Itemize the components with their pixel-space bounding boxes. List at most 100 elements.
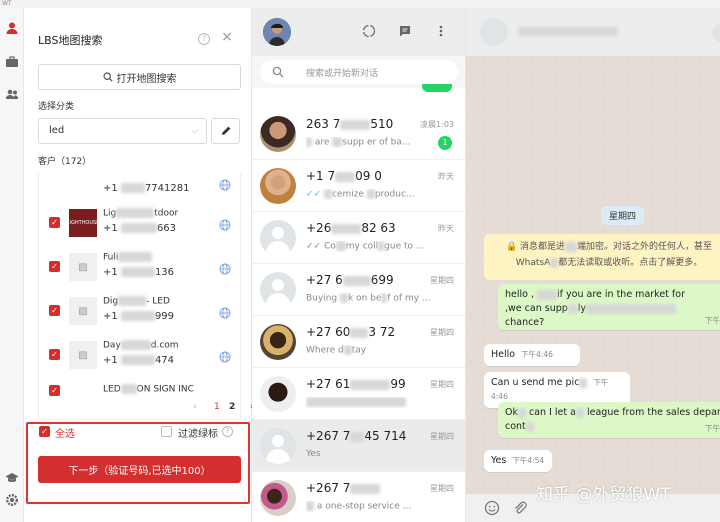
- new-chat-icon[interactable]: [398, 24, 412, 38]
- select-all-label[interactable]: 全选: [55, 425, 75, 440]
- message-outgoing: hello , if you are in the market for ,we…: [498, 284, 720, 330]
- globe-icon[interactable]: [219, 351, 231, 363]
- contact-name: +27 61 99: [306, 377, 406, 391]
- customer-name: Lig tdoor: [103, 208, 179, 219]
- globe-icon[interactable]: [219, 263, 231, 275]
- filter-green-checkbox[interactable]: [161, 426, 172, 437]
- checkbox-checked[interactable]: ✓: [49, 217, 60, 228]
- contact-avatar-secondary[interactable]: [712, 24, 720, 42]
- customer-row[interactable]: ✓ LIGHTHOUSE Lig tdoor +1 663: [39, 203, 240, 247]
- lock-icon: 🔒: [505, 242, 518, 252]
- help-icon[interactable]: ?: [198, 33, 210, 45]
- category-label: 选择分类: [38, 102, 75, 112]
- chat-search-input[interactable]: 搜索或开始新对话: [260, 60, 458, 84]
- chat-item[interactable]: +26 82 63 ✓✓ Co my coll gue to ... 昨天: [252, 212, 465, 264]
- contact-name: +27 60 3 72: [306, 325, 396, 339]
- message-incoming: Yes 下午4:54: [484, 450, 552, 472]
- customer-phone: +1 474: [103, 355, 175, 366]
- checkbox-checked[interactable]: ✓: [49, 385, 60, 396]
- default-avatar-icon: [260, 428, 296, 464]
- customer-row[interactable]: ✓ ▨ Dig - LED +1 999: [39, 291, 240, 335]
- user-icon[interactable]: [4, 20, 20, 36]
- chat-list-panel: 搜索或开始新对话 263 7 510 are supp er of ba... 凌…: [252, 8, 466, 522]
- globe-icon[interactable]: [219, 179, 231, 191]
- customer-list[interactable]: +1 7741281 ✓ LIGHTHOUSE Lig tdoor +1 663 …: [38, 173, 241, 398]
- category-value: led: [49, 125, 65, 136]
- open-map-search-button[interactable]: 打开地图搜索: [38, 64, 241, 90]
- more-vertical-icon[interactable]: [434, 24, 448, 38]
- encryption-notice[interactable]: 🔒 消息都是进 端加密。对话之外的任何人，甚至 WhatsA 都无法读取或收听。点击…: [484, 234, 720, 280]
- status-icon[interactable]: [362, 24, 376, 38]
- customer-logo: LIGHTHOUSE: [67, 209, 99, 237]
- customer-name: Dig - LED: [103, 296, 170, 307]
- checkbox-checked[interactable]: ✓: [49, 349, 60, 360]
- close-icon[interactable]: ×: [220, 30, 234, 44]
- chat-item-active[interactable]: +267 7 45 714 Yes 星期四: [252, 420, 465, 472]
- badge-fragment: [422, 84, 452, 92]
- contact-name: 263 7 510: [306, 117, 394, 131]
- briefcase-icon[interactable]: [4, 54, 20, 70]
- contact-avatar[interactable]: [480, 18, 508, 46]
- paperclip-icon[interactable]: [512, 500, 528, 516]
- pagination: ‹ 1 2 ›: [38, 398, 254, 420]
- icon-rail: [0, 8, 24, 522]
- customer-row[interactable]: ✓ LED ON SIGN INC: [39, 377, 240, 398]
- select-all-checkbox[interactable]: ✓: [39, 426, 50, 437]
- contact-avatar: [260, 480, 296, 516]
- my-avatar[interactable]: [263, 18, 291, 46]
- chat-time: 星期四: [430, 380, 454, 389]
- emoji-icon[interactable]: [484, 500, 500, 516]
- contact-name: +1 7 09 0: [306, 169, 382, 183]
- chat-item[interactable]: +27 60 3 72 Where d tay 星期四: [252, 316, 465, 368]
- chat-time: 星期四: [430, 484, 454, 493]
- contact-name: +26 82 63: [306, 221, 396, 235]
- contact-avatar: [260, 324, 296, 360]
- customer-name: Fuli: [103, 252, 153, 263]
- contact-avatar: [260, 376, 296, 412]
- category-select[interactable]: led ⌵: [38, 118, 207, 144]
- chat-time: 昨天: [438, 172, 454, 181]
- contact-avatar: [260, 116, 296, 152]
- message-incoming: Hello 下午4:46: [484, 344, 580, 366]
- checkbox-checked[interactable]: ✓: [49, 261, 60, 272]
- chat-time: 星期四: [430, 432, 454, 441]
- chat-time: 凌晨1:03: [420, 120, 454, 129]
- checkbox-checked[interactable]: ✓: [49, 305, 60, 316]
- last-message: are supp er of ba...: [306, 137, 442, 148]
- customer-row[interactable]: ✓ ▨ Fuli +1 136: [39, 247, 240, 291]
- filter-green-label[interactable]: 过滤绿标: [178, 425, 218, 440]
- conversation-header: [466, 8, 720, 56]
- customer-row[interactable]: +1 7741281: [39, 173, 240, 207]
- edit-category-button[interactable]: [211, 118, 240, 144]
- customers-label: 客户（172）: [38, 157, 92, 167]
- chat-item[interactable]: +267 7 a one-stop service ... 星期四: [252, 472, 465, 522]
- watermark: 知乎 @外贸狼WT: [536, 485, 671, 505]
- graduation-cap-icon[interactable]: [4, 470, 20, 486]
- contacts-icon[interactable]: [4, 86, 20, 102]
- contact-name-redacted: [518, 26, 658, 36]
- image-placeholder-icon: ▨: [69, 253, 97, 281]
- chat-item[interactable]: +27 61 99 星期四: [252, 368, 465, 420]
- unread-badge: 1: [438, 136, 452, 150]
- page-1-button[interactable]: 1: [214, 402, 220, 412]
- page-2-button[interactable]: 2: [229, 402, 235, 412]
- last-message: Where d tay: [306, 345, 367, 356]
- last-message: Yes: [306, 449, 321, 459]
- next-step-button[interactable]: 下一步（验证号码,已选中100）: [38, 456, 241, 483]
- last-message: ✓✓ Co my coll gue to ...: [306, 241, 425, 252]
- last-message: Buying k on be f of my ...: [306, 293, 431, 304]
- last-message: [306, 397, 442, 408]
- prev-page-button[interactable]: ‹: [193, 402, 197, 412]
- lbs-title: LBS地图搜索: [38, 34, 103, 47]
- chat-item[interactable]: +1 7 09 0 ✓✓ cemize produc... 昨天: [252, 160, 465, 212]
- chevron-down-icon: ⌵: [191, 126, 198, 136]
- globe-icon[interactable]: [219, 219, 231, 231]
- chat-item[interactable]: 263 7 510 are supp er of ba... 凌晨1:03 1: [252, 108, 465, 160]
- customer-row[interactable]: ✓ ▨ Day d.com +1 474: [39, 335, 240, 379]
- chat-item[interactable]: +27 6 699 Buying k on be f of my ... 星期四: [252, 264, 465, 316]
- filter-help-icon[interactable]: ?: [222, 426, 233, 437]
- gear-icon[interactable]: [4, 492, 20, 508]
- globe-icon[interactable]: [219, 307, 231, 319]
- image-placeholder-icon: ▨: [69, 297, 97, 325]
- pencil-icon: [221, 126, 230, 135]
